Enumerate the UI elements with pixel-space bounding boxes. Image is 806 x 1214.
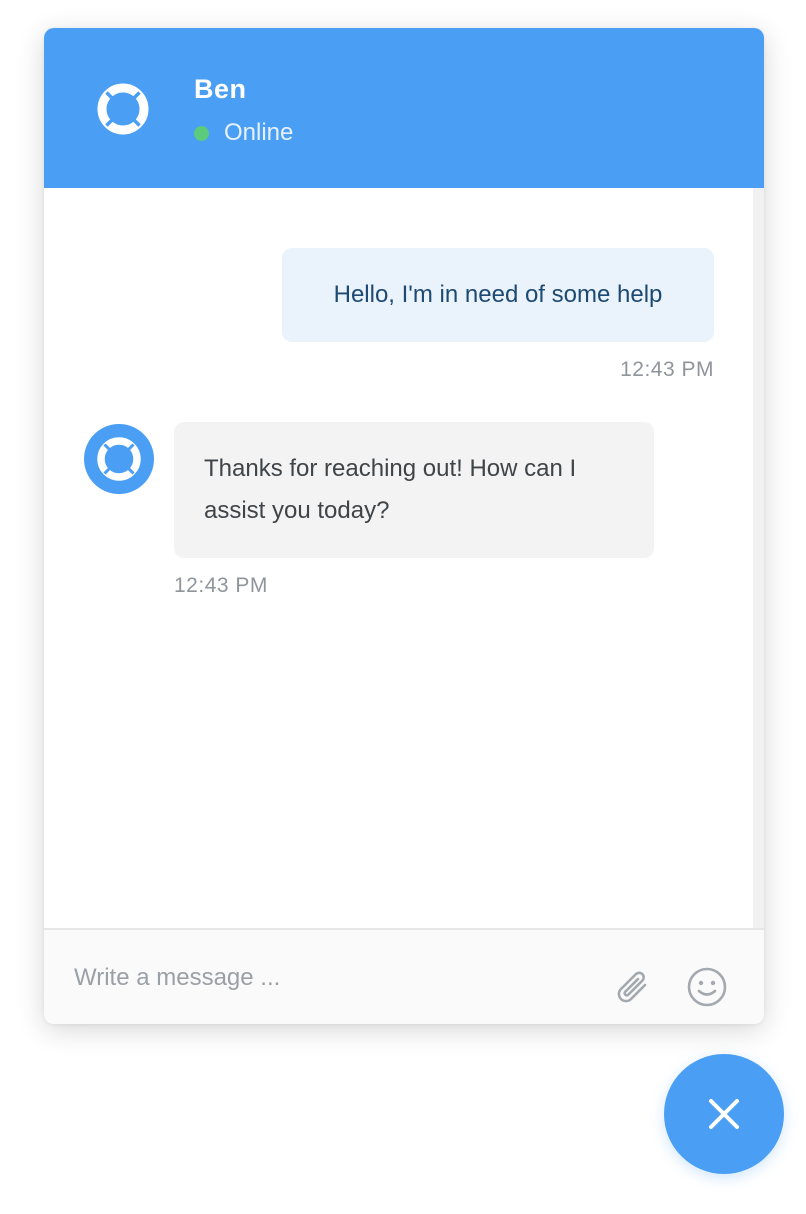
- message-composer: [44, 928, 764, 1024]
- agent-message-time: 12:43 PM: [174, 574, 268, 597]
- chat-widget: Ben Online Hello, I'm in need of some he…: [44, 28, 764, 1024]
- close-icon: [709, 1099, 739, 1129]
- user-message-time: 12:43 PM: [620, 358, 714, 381]
- agent-name: Ben: [194, 74, 247, 104]
- smiley-icon[interactable]: [684, 966, 730, 1012]
- status-label: Online: [224, 119, 294, 146]
- user-message-bubble: Hello, I'm in need of some help: [282, 248, 714, 342]
- close-chat-button[interactable]: [664, 1054, 784, 1174]
- lifebuoy-icon: [97, 83, 149, 135]
- message-list-scrollbar[interactable]: [753, 188, 764, 928]
- message-list[interactable]: Hello, I'm in need of some help 12:43 PM…: [44, 188, 764, 928]
- agent-avatar-lifebuoy-icon: [84, 424, 154, 494]
- chat-header: Ben Online: [44, 28, 764, 188]
- agent-message-bubble: Thanks for reaching out! How can I assis…: [174, 422, 654, 558]
- message-input[interactable]: [64, 956, 584, 1000]
- online-status-dot: [194, 126, 209, 141]
- paperclip-icon[interactable]: [610, 966, 656, 1012]
